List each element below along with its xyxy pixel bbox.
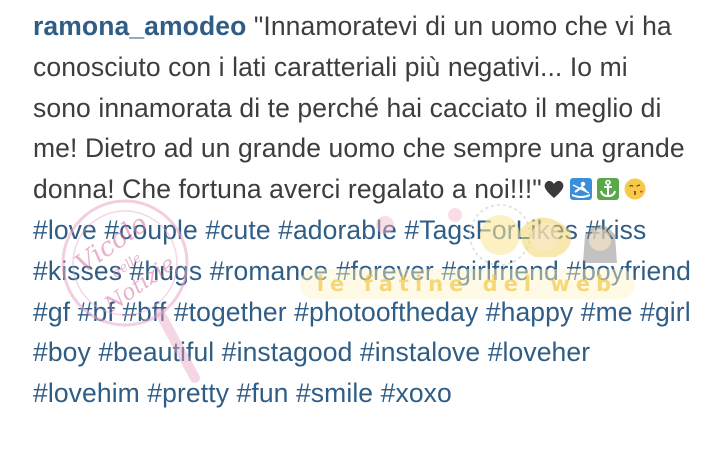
hashtag-couple[interactable]: #couple: [104, 215, 198, 245]
anchor-icon: [596, 172, 620, 201]
hashtag-pretty[interactable]: #pretty: [147, 378, 229, 408]
hashtag-me[interactable]: #me: [581, 297, 633, 327]
hashtag-fun[interactable]: #fun: [237, 378, 289, 408]
hashtag-list: #love #couple #cute #adorable #TagsForLi…: [33, 215, 691, 408]
hashtag-xoxo[interactable]: #xoxo: [381, 378, 452, 408]
hashtag-romance[interactable]: #romance: [210, 256, 329, 286]
hashtag-love[interactable]: #love: [33, 215, 97, 245]
hashtag-bff[interactable]: #bff: [122, 297, 166, 327]
hashtag-kiss[interactable]: #kiss: [585, 215, 646, 245]
hashtag-boy[interactable]: #boy: [33, 337, 91, 367]
rowing-icon: [569, 172, 593, 201]
hashtag-kisses[interactable]: #kisses: [33, 256, 122, 286]
hashtag-forever[interactable]: #forever: [336, 256, 434, 286]
hashtag-hugs[interactable]: #hugs: [130, 256, 203, 286]
hashtag-loveher[interactable]: #loveher: [488, 337, 590, 367]
hashtag-gf[interactable]: #gf: [33, 297, 70, 327]
hashtag-tagsforlikes[interactable]: #TagsForLikes: [404, 215, 578, 245]
hashtag-smile[interactable]: #smile: [296, 378, 373, 408]
post-caption: ramona_amodeo "Innamoratevi di un uomo c…: [33, 6, 693, 414]
hashtag-cute[interactable]: #cute: [205, 215, 270, 245]
hashtag-instalove[interactable]: #instalove: [360, 337, 480, 367]
hashtag-girlfriend[interactable]: #girlfriend: [441, 256, 558, 286]
hashtag-beautiful[interactable]: #beautiful: [98, 337, 214, 367]
hashtag-together[interactable]: #together: [174, 297, 287, 327]
username-link[interactable]: ramona_amodeo: [33, 11, 246, 41]
hashtag-instagood[interactable]: #instagood: [222, 337, 353, 367]
hashtag-girl[interactable]: #girl: [640, 297, 691, 327]
hashtag-photooftheday[interactable]: #photooftheday: [294, 297, 478, 327]
hashtag-bf[interactable]: #bf: [78, 297, 115, 327]
hashtag-happy[interactable]: #happy: [486, 297, 574, 327]
heart-icon: [542, 172, 566, 199]
hashtag-adorable[interactable]: #adorable: [278, 215, 397, 245]
hashtag-boyfriend[interactable]: #boyfriend: [566, 256, 691, 286]
kiss-face-icon: [623, 172, 647, 200]
hashtag-lovehim[interactable]: #lovehim: [33, 378, 140, 408]
